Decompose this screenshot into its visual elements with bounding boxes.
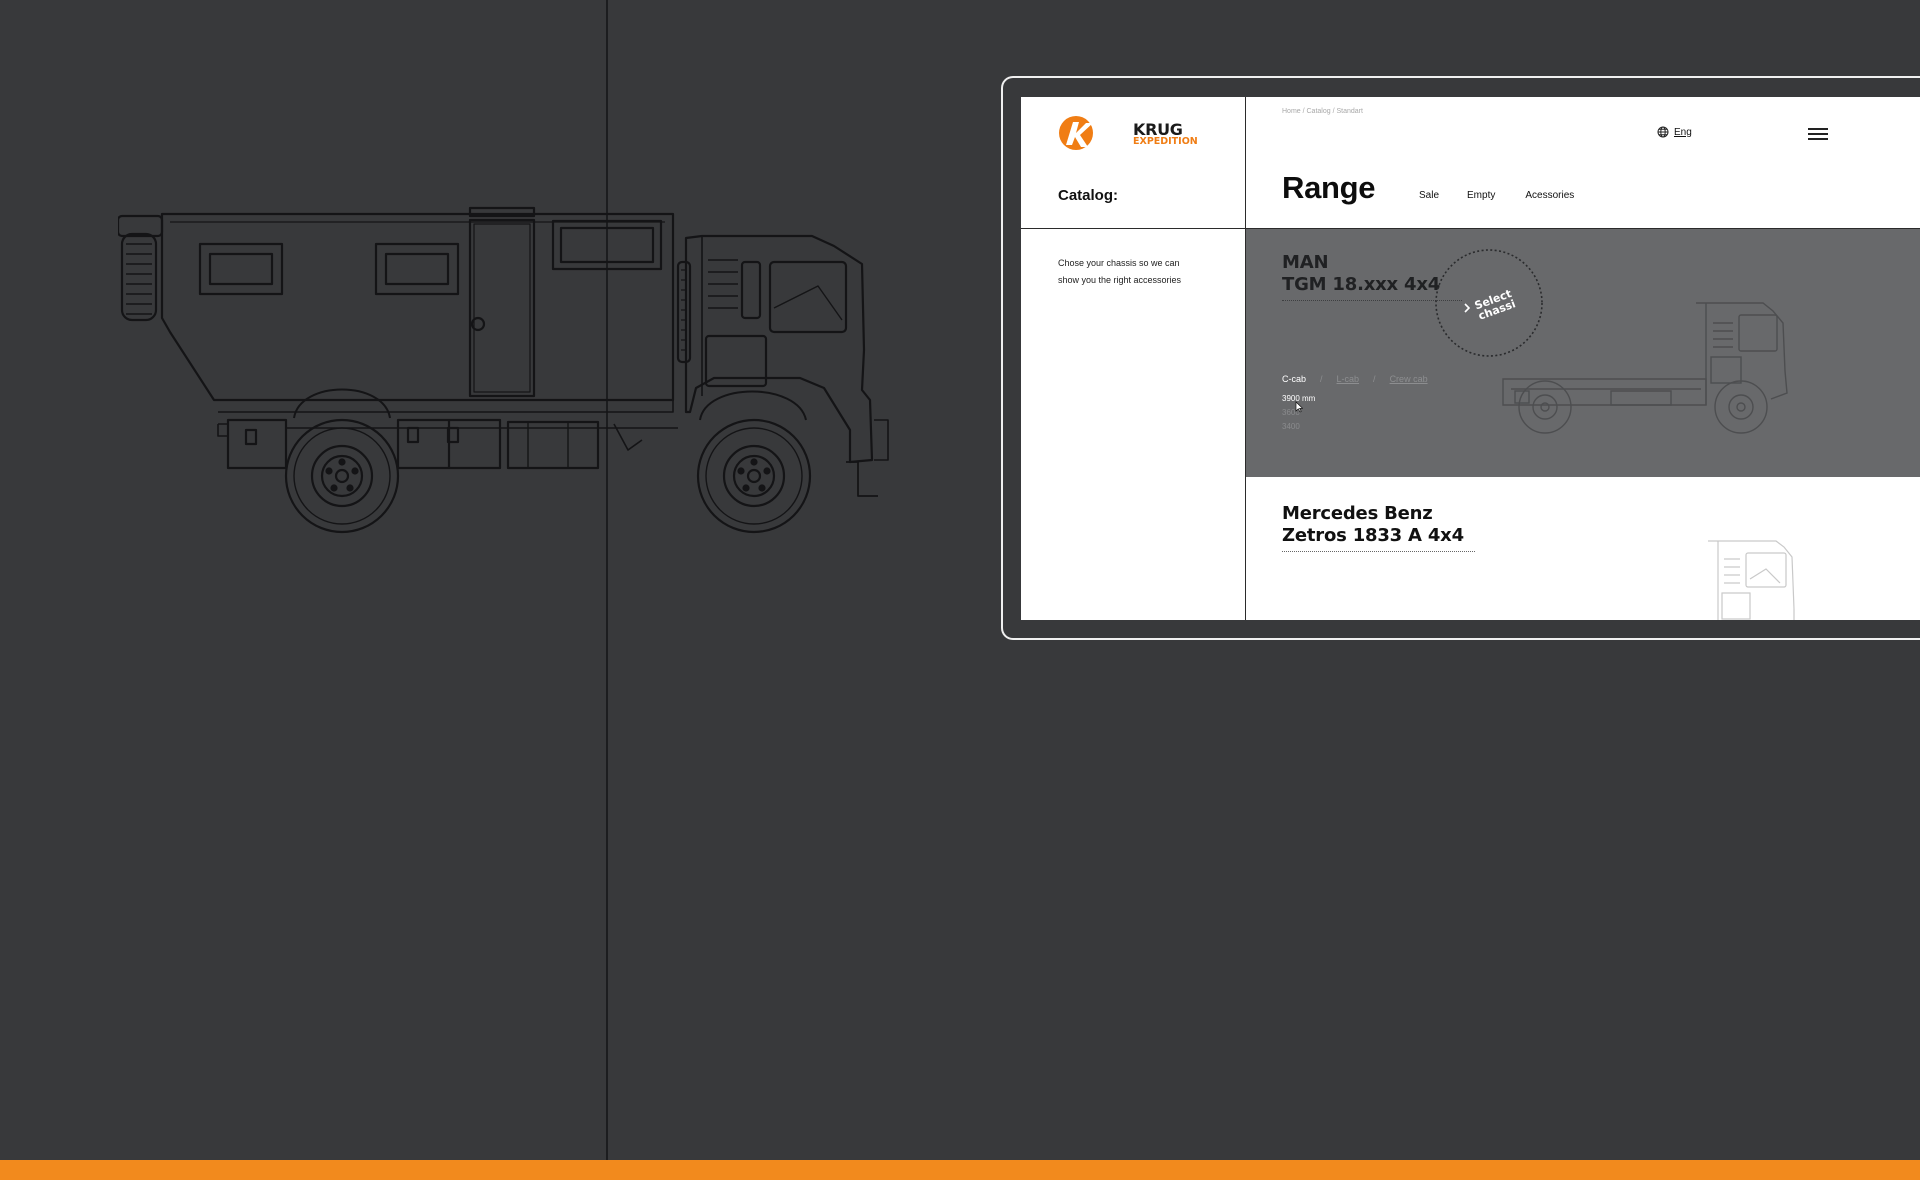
tab-sale[interactable]: Sale	[1419, 190, 1439, 201]
tab-accessories[interactable]: Acessories	[1525, 190, 1574, 201]
cab-separator: /	[1320, 374, 1323, 384]
brand-subtitle: EXPEDITION	[1133, 136, 1198, 147]
globe-icon	[1657, 126, 1669, 138]
chassis-title: MAN TGM 18.xxx 4x4	[1282, 252, 1440, 296]
language-label: Eng	[1674, 126, 1692, 138]
brand-wordmark[interactable]: KRUG EXPEDITION	[1133, 122, 1198, 147]
sidebar: KRUG EXPEDITION Catalog: Chose your chas…	[1021, 97, 1246, 620]
language-switcher[interactable]: Eng	[1657, 126, 1692, 138]
menu-icon[interactable]	[1808, 126, 1828, 142]
cab-separator: /	[1373, 374, 1376, 384]
sidebar-divider	[1021, 228, 1246, 229]
tab-empty[interactable]: Empty	[1467, 190, 1495, 201]
cab-option-l-cab[interactable]: L-cab	[1337, 374, 1360, 384]
main-content: Home / Catalog / Standart Eng Range Sale…	[1246, 97, 1920, 620]
chassis-model: TGM 18.xxx 4x4	[1282, 274, 1441, 295]
title-dotted-underline	[1282, 551, 1475, 552]
wheelbase-options: 3900 mm 3600 3400	[1282, 392, 1315, 434]
mercedes-chassis-illustration	[1708, 540, 1795, 620]
intro-line-2: show you the right accessories	[1058, 275, 1182, 285]
catalog-title: Catalog:	[1058, 187, 1118, 204]
chassis-brand: Mercedes Benz	[1282, 503, 1433, 524]
chassis-card-man[interactable]: MAN TGM 18.xxx 4x4 Select chassi C-cab /…	[1246, 229, 1920, 477]
page-title: Range	[1282, 170, 1376, 205]
chassis-brand: MAN	[1282, 252, 1329, 273]
chassis-title: Mercedes Benz Zetros 1833 A 4x4	[1282, 503, 1464, 547]
chassis-model: Zetros 1833 A 4x4	[1282, 525, 1464, 546]
chassis-card-mercedes[interactable]: Mercedes Benz Zetros 1833 A 4x4	[1246, 477, 1920, 620]
krug-logo-icon[interactable]	[1058, 115, 1098, 151]
breadcrumb[interactable]: Home / Catalog / Standart	[1282, 108, 1363, 115]
expedition-truck-illustration	[118, 206, 889, 534]
cab-option-c-cab[interactable]: C-cab	[1282, 374, 1306, 384]
cab-option-crew-cab[interactable]: Crew cab	[1390, 374, 1428, 384]
cursor-icon	[1295, 401, 1303, 413]
intro-line-1: Chose your chassis so we can	[1058, 258, 1180, 268]
category-tabs: Sale Empty Acessories	[1419, 190, 1602, 201]
chevron-right-icon	[1464, 303, 1471, 313]
man-chassis-illustration	[1502, 302, 1788, 434]
catalog-intro-text: Chose your chassis so we can show you th…	[1058, 255, 1208, 289]
cab-type-options: C-cab / L-cab / Crew cab	[1282, 374, 1428, 384]
vertical-divider-line	[606, 0, 608, 1160]
website-mockup: KRUG EXPEDITION Catalog: Chose your chas…	[1021, 97, 1920, 620]
wheelbase-option-3400[interactable]: 3400	[1282, 420, 1315, 434]
accent-bottom-bar	[0, 1160, 1920, 1180]
